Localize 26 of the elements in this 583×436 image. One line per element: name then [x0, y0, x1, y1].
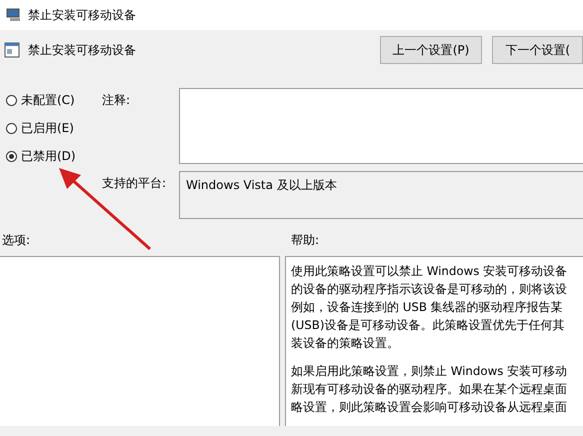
radio-button[interactable]	[6, 151, 17, 162]
radio-button[interactable]	[6, 123, 17, 134]
help-text: 略设置，则此策略设置会影响可移动设备从远程桌面	[291, 399, 568, 416]
platform-field: Windows Vista 及以上版本	[179, 171, 583, 219]
options-label: 选项:	[2, 233, 30, 247]
help-text: 的设备的驱动程序指示该设备是可移动的，则将该设	[291, 281, 568, 298]
comment-label: 注释:	[102, 93, 130, 107]
radio-label[interactable]: 已启用(E)	[21, 120, 74, 137]
help-text: 如果启用此策略设置，则禁止 Windows 安装可移动	[291, 363, 568, 380]
platform-label: 支持的平台:	[102, 176, 166, 190]
help-text: 新现有可移动设备的驱动程序。如果在某个远程桌面	[291, 381, 568, 398]
radio-label[interactable]: 已禁用(D)	[21, 148, 76, 165]
computer-icon	[6, 8, 22, 22]
policy-icon	[4, 42, 20, 58]
policy-title: 禁止安装可移动设备	[28, 42, 137, 58]
help-text: 例如，设备连接到的 USB 集线器的驱动程序报告某	[291, 299, 564, 316]
help-text: 装设备的策略设置。	[291, 335, 400, 352]
help-text: (USB)设备是可移动设备。此策略设置优先于任何其	[291, 317, 566, 334]
radio-label[interactable]: 未配置(C)	[21, 92, 75, 109]
help-text: 使用此策略设置可以禁止 Windows 安装可移动设备	[291, 263, 568, 280]
radio-button[interactable]	[6, 95, 17, 106]
nav-button[interactable]: 下一个设置(	[492, 36, 583, 64]
window-title: 禁止安装可移动设备	[28, 6, 136, 24]
nav-button[interactable]: 上一个设置(P)	[380, 36, 482, 64]
comment-field[interactable]	[179, 88, 583, 164]
help-label: 帮助:	[291, 233, 320, 247]
